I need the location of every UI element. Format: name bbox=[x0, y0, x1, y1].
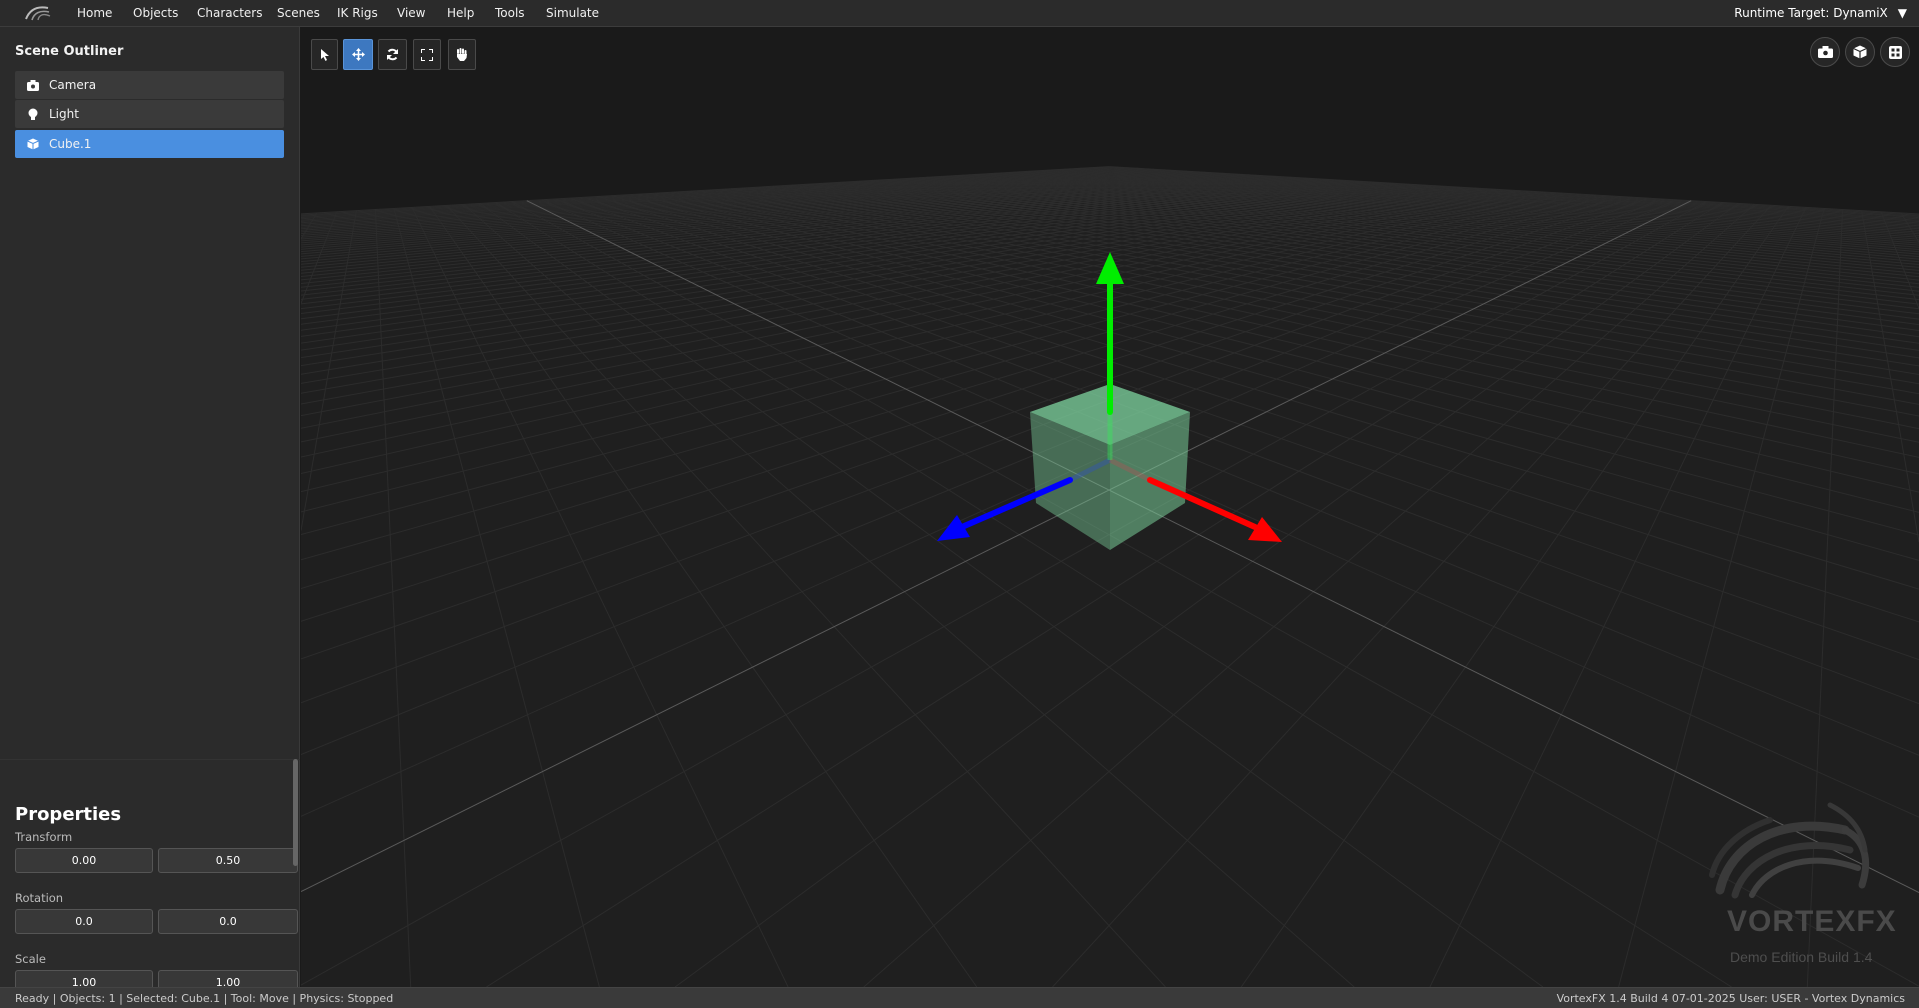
rotate-tool-button[interactable] bbox=[378, 39, 407, 70]
camera-view-button[interactable] bbox=[1810, 37, 1840, 67]
move-arrows-icon bbox=[351, 48, 365, 61]
outliner-item-camera[interactable]: Camera bbox=[15, 71, 284, 99]
left-panel: Scene Outliner Camera Light Cube.1 Prope… bbox=[0, 27, 300, 995]
grid-layout-icon bbox=[1888, 45, 1902, 59]
perspective-view-button[interactable] bbox=[1845, 37, 1875, 67]
pan-tool-button[interactable] bbox=[448, 39, 476, 70]
watermark-subtitle: Demo Edition Build 1.4 bbox=[1730, 949, 1873, 965]
hand-icon bbox=[457, 48, 467, 61]
scale-label: Scale bbox=[15, 952, 46, 966]
menu-tools[interactable]: Tools bbox=[495, 6, 525, 20]
menu-view[interactable]: View bbox=[397, 6, 425, 20]
outliner-item-label: Light bbox=[49, 107, 79, 121]
expand-icon bbox=[421, 48, 433, 61]
lightbulb-icon bbox=[28, 108, 38, 120]
rotate-icon bbox=[387, 48, 398, 61]
runtime-target-dropdown[interactable]: Runtime Target: DynamiX ▼ bbox=[1734, 6, 1907, 20]
outliner-item-cube[interactable]: Cube.1 bbox=[15, 130, 284, 158]
menu-objects[interactable]: Objects bbox=[133, 6, 178, 20]
cube-icon bbox=[1853, 45, 1867, 59]
cube-icon bbox=[27, 138, 39, 150]
menu-scenes[interactable]: Scenes bbox=[277, 6, 320, 20]
menu-ik-rigs[interactable]: IK Rigs bbox=[337, 6, 378, 20]
rotation-x-field[interactable]: 0.0 bbox=[15, 909, 153, 934]
transform-x-field[interactable]: 0.00 bbox=[15, 848, 153, 873]
status-text: Ready | Objects: 1 | Selected: Cube.1 | … bbox=[15, 992, 394, 1005]
menu-bar: Home Objects Characters Scenes IK Rigs V… bbox=[0, 0, 1919, 27]
menu-help[interactable]: Help bbox=[447, 6, 474, 20]
select-tool-button[interactable] bbox=[311, 39, 338, 70]
version-info: VortexFX 1.4 Build 4 07-01-2025 User: US… bbox=[1556, 992, 1905, 1005]
properties-panel: Properties Transform 0.00 0.50 Rotation … bbox=[0, 759, 300, 995]
camera-icon bbox=[27, 79, 39, 91]
status-bar: Ready | Objects: 1 | Selected: Cube.1 | … bbox=[0, 987, 1919, 1008]
camera-icon bbox=[1817, 46, 1833, 58]
cursor-arrow-icon bbox=[320, 48, 329, 61]
rotation-y-field[interactable]: 0.0 bbox=[158, 909, 298, 934]
app-logo-icon[interactable] bbox=[24, 3, 52, 23]
outliner-title: Scene Outliner bbox=[15, 44, 124, 59]
transform-label: Transform bbox=[15, 830, 73, 844]
properties-title: Properties bbox=[15, 804, 122, 825]
scale-tool-button[interactable] bbox=[413, 39, 441, 70]
chevron-down-icon: ▼ bbox=[1897, 6, 1907, 20]
outliner-item-label: Camera bbox=[49, 78, 97, 92]
menu-home[interactable]: Home bbox=[77, 6, 112, 20]
menu-simulate[interactable]: Simulate bbox=[546, 6, 599, 20]
watermark-title: VORTEXFX bbox=[1727, 905, 1897, 938]
transform-y-field[interactable]: 0.50 bbox=[158, 848, 298, 873]
scene-canvas bbox=[301, 166, 1919, 987]
rotation-label: Rotation bbox=[15, 891, 64, 905]
layout-view-button[interactable] bbox=[1880, 37, 1910, 67]
menu-characters[interactable]: Characters bbox=[197, 6, 263, 20]
outliner-item-label: Cube.1 bbox=[49, 137, 92, 151]
move-tool-button[interactable] bbox=[343, 39, 373, 70]
3d-viewport[interactable] bbox=[301, 28, 1919, 987]
outliner-item-light[interactable]: Light bbox=[15, 100, 284, 128]
properties-scrollbar[interactable] bbox=[293, 759, 298, 866]
runtime-target-label: Runtime Target: DynamiX bbox=[1734, 6, 1888, 20]
